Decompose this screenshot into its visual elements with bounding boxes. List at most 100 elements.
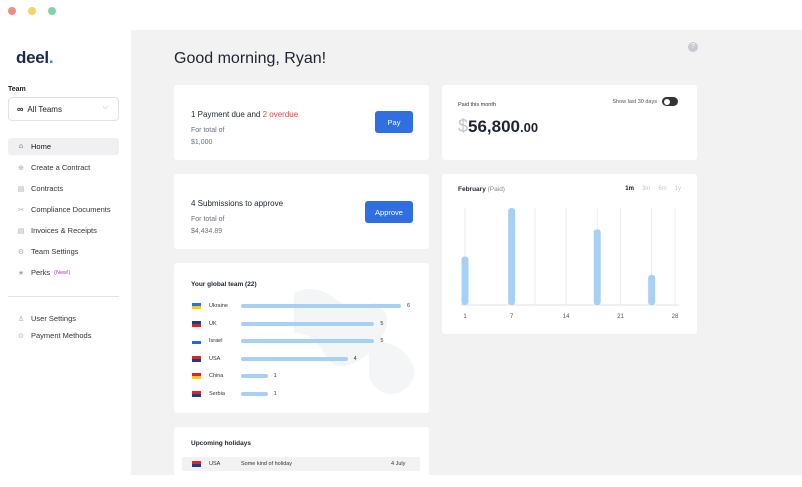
payment-due-card: 1 Payment due and 2 overdue For total of…: [174, 85, 429, 160]
team-count-bar: [241, 321, 375, 326]
team-country-name: Ukraine: [209, 303, 228, 309]
usa-flag-icon: [192, 355, 201, 362]
chart-x-tick-label: 21: [617, 314, 624, 320]
team-row-usa[interactable]: USA 4: [192, 354, 427, 364]
chart-x-tick-label: 28: [672, 314, 679, 320]
sidebar-item-invoices-receipts[interactable]: ▤ Invoices & Receipts: [8, 222, 119, 239]
amount-cents: .00: [520, 120, 539, 135]
team-count-bar: [241, 356, 348, 361]
overdue-count[interactable]: 2 overdue: [263, 110, 299, 119]
sidebar-item-create-contract[interactable]: ⊕ Create a Contract: [8, 159, 119, 176]
team-count-bar: [241, 374, 268, 378]
team-country-name: Serbia: [209, 390, 225, 397]
user-icon: ♙: [17, 315, 25, 323]
chart-bar-2[interactable]: [508, 208, 516, 305]
show-last-30-days-toggle[interactable]: [662, 97, 678, 106]
paid-bar-chart: 1 7 14 21 28: [461, 208, 679, 320]
paid-this-month-label: Paid this month: [458, 102, 496, 108]
china-flag-icon: [192, 373, 201, 379]
chart-x-tick-label: 7: [510, 314, 514, 320]
chevron-down-icon: ⌵: [102, 104, 108, 111]
sidebar-item-home[interactable]: ⌂ Home: [8, 138, 119, 155]
maximize-window-dot[interactable]: [48, 7, 56, 15]
chart-x-tick-label: 14: [563, 314, 570, 320]
team-row-serbia[interactable]: Serbia 1: [192, 389, 427, 399]
toggle-knob: [664, 98, 670, 105]
tools-icon: ✂: [18, 206, 24, 214]
deel-logo[interactable]: deel.: [16, 48, 54, 68]
infinity-icon: ∞: [17, 104, 24, 114]
paid-amount: $56,800.00: [458, 116, 538, 137]
submissions-card: 4 Submissions to approve For total of $4…: [174, 174, 429, 249]
serbia-flag-icon: [192, 390, 201, 397]
sidebar-item-compliance-documents[interactable]: ✂ Compliance Documents: [8, 201, 119, 218]
page-title: Good morning, Ryan!: [174, 50, 327, 67]
pay-button[interactable]: Pay: [375, 111, 413, 133]
sidebar: deel. Team ∞ All Teams ⌵ ⌂ Home ⊕ Create…: [0, 30, 131, 475]
new-badge: (New!): [54, 269, 71, 276]
uk-flag-icon: [192, 320, 201, 327]
payment-due-title: 1 Payment due and 2 overdue: [191, 110, 299, 119]
submissions-total-amount: $4,434.89: [191, 228, 223, 235]
team-country-name: China: [209, 373, 224, 379]
currency-symbol: $: [458, 116, 469, 136]
chart-bar-4[interactable]: [648, 274, 656, 305]
receipt-icon: ▤: [17, 227, 25, 235]
home-icon: ⌂: [18, 143, 24, 150]
team-row-ukraine[interactable]: Ukraine 6: [192, 301, 427, 311]
chart-bar-1[interactable]: [461, 256, 469, 306]
paid-this-month-card: Paid this month Show last 30 days $56,80…: [442, 85, 697, 160]
ukraine-flag-icon: [192, 303, 201, 309]
team-country-name: Israel: [209, 338, 223, 344]
sidebar-item-team-settings[interactable]: ⚙ Team Settings: [8, 243, 119, 260]
card-icon: ⊙: [18, 332, 24, 340]
team-row-china[interactable]: China 1: [192, 371, 427, 381]
chart-bar-3[interactable]: [593, 229, 601, 305]
window-titlebar: [0, 0, 802, 28]
february-paid-chart-card: February (Paid) 1m 3m 6m 1y 1 7 14 21 28: [442, 174, 697, 334]
holiday-country: USA: [209, 461, 221, 467]
team-count-bar: [241, 391, 268, 396]
team-count-bar: [241, 304, 401, 308]
sidebar-item-label: Compliance Documents: [31, 205, 111, 214]
sidebar-item-payment-methods[interactable]: ⊙ Payment Methods: [8, 327, 119, 344]
team-select[interactable]: ∞ All Teams ⌵: [8, 97, 119, 121]
document-icon: ▤: [17, 185, 25, 193]
global-team-title: Your global team (22): [191, 281, 257, 288]
sidebar-divider: [8, 296, 119, 297]
team-count: 6: [407, 303, 411, 309]
team-select-value: All Teams: [27, 104, 62, 114]
amount-whole: 56,800: [468, 117, 521, 136]
team-count: 4: [353, 355, 357, 362]
main-content: Good morning, Ryan! ? 1 Payment due and …: [131, 30, 802, 487]
team-row-israel[interactable]: Israel 5: [192, 336, 427, 346]
holiday-name: Some kind of holiday: [241, 461, 293, 467]
upcoming-holidays-card: Upcoming holidays USA Some kind of holid…: [174, 427, 429, 487]
star-icon: ★: [17, 269, 25, 277]
submissions-title: 4 Submissions to approve: [191, 199, 284, 208]
approve-button[interactable]: Approve: [365, 201, 413, 223]
sidebar-item-perks[interactable]: ★ Perks (New!): [8, 264, 119, 281]
help-icon[interactable]: ?: [688, 42, 698, 52]
holiday-row[interactable]: USA Some kind of holiday 4 July: [182, 457, 420, 471]
team-row-uk[interactable]: UK 5: [192, 319, 427, 329]
team-count: 1: [273, 373, 277, 379]
team-count: 5: [380, 320, 384, 327]
sidebar-item-label: User Settings: [31, 314, 77, 323]
team-country-name: USA: [209, 355, 221, 362]
payment-total-label: For total of: [191, 127, 225, 134]
team-count: 1: [273, 390, 277, 397]
team-count: 5: [380, 338, 384, 344]
plus-circle-icon: ⊕: [18, 164, 24, 172]
minimize-window-dot[interactable]: [28, 7, 36, 15]
sidebar-item-contracts[interactable]: ▤ Contracts: [8, 180, 119, 197]
team-count-bar: [241, 339, 375, 343]
sidebar-item-label: Team Settings: [31, 247, 79, 256]
sidebar-item-label: Invoices & Receipts: [31, 226, 97, 235]
sidebar-item-user-settings[interactable]: ♙ User Settings: [8, 310, 119, 327]
show-last-30-days-label: Show last 30 days: [612, 99, 657, 105]
close-window-dot[interactable]: [8, 7, 16, 15]
israel-flag-icon: [192, 338, 201, 344]
sidebar-item-label: Contracts: [31, 184, 64, 193]
gear-icon: ⚙: [17, 248, 25, 256]
